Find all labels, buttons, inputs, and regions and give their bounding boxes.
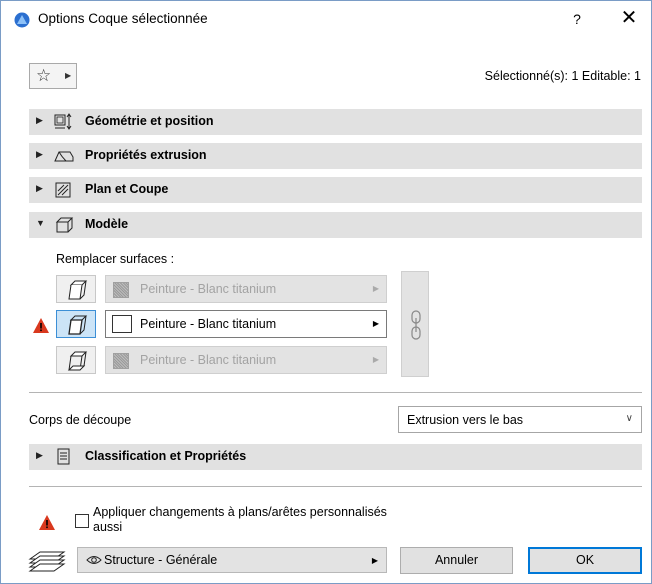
triangle-right-icon: ▶ [372, 319, 379, 328]
triangle-right-icon: ▶ [65, 71, 72, 80]
section-extrusion[interactable]: ▶ Propriétés extrusion [29, 143, 642, 169]
material-select-bottom[interactable]: Peinture - Blanc titanium ▶ [105, 346, 387, 374]
material-select-side[interactable]: Peinture - Blanc titanium ▶ [105, 310, 387, 338]
expand-arrow-icon: ▶ [36, 115, 43, 125]
favorites-button[interactable]: ☆ ▶ [29, 63, 77, 89]
surface-bottom-button[interactable] [56, 346, 96, 374]
apply-custom-checkbox[interactable] [75, 514, 89, 528]
triangle-right-icon: ▶ [372, 284, 379, 293]
document-icon [57, 448, 70, 465]
title-bar: Options Coque sélectionnée ? ✕ [1, 1, 651, 37]
help-button[interactable]: ? [563, 5, 591, 33]
chain-link-button[interactable] [401, 271, 429, 377]
surface-side-icon [68, 315, 88, 335]
section-model[interactable]: ▼ Modèle [29, 212, 642, 238]
window-title: Options Coque sélectionnée [38, 11, 208, 26]
surface-side-button[interactable] [56, 310, 96, 338]
layer-select[interactable]: Structure - Générale ▶ [77, 547, 387, 573]
selection-info: Sélectionné(s): 1 Editable: 1 [484, 69, 641, 83]
replace-surfaces-label: Remplacer surfaces : [56, 252, 175, 266]
chevron-down-icon: ∨ [625, 413, 633, 424]
surface-top-icon [68, 280, 88, 300]
divider [29, 486, 642, 487]
section-model-label: Modèle [85, 217, 129, 231]
material-select-top[interactable]: Peinture - Blanc titanium ▶ [105, 275, 387, 303]
ok-button[interactable]: OK [528, 547, 642, 574]
section-geometry-label: Géométrie et position [85, 114, 214, 128]
apply-custom-label: Appliquer changements à plans/arêtes per… [93, 505, 387, 534]
cancel-button[interactable]: Annuler [400, 547, 513, 574]
extrusion-icon [54, 151, 74, 162]
triangle-right-icon: ▶ [372, 355, 379, 364]
corps-decoupe-label: Corps de découpe [29, 413, 132, 427]
warning-icon [33, 318, 49, 333]
section-classification-label: Classification et Propriétés [85, 449, 247, 463]
divider [29, 392, 642, 393]
surface-top-button[interactable] [56, 275, 96, 303]
section-plan[interactable]: ▶ Plan et Coupe [29, 177, 642, 203]
expand-arrow-icon: ▶ [36, 183, 43, 193]
corps-decoupe-value: Extrusion vers le bas [407, 413, 524, 427]
section-classification[interactable]: ▶ Classification et Propriétés [29, 444, 642, 470]
model-icon [55, 217, 74, 233]
close-button[interactable]: ✕ [613, 5, 645, 33]
material-name: Peinture - Blanc titanium [140, 282, 277, 296]
eye-icon [86, 556, 102, 564]
chain-link-icon [411, 310, 421, 340]
surface-bottom-icon [67, 351, 88, 371]
geometry-icon [54, 113, 72, 130]
layer-name: Structure - Générale [104, 553, 218, 567]
plan-section-icon [55, 182, 71, 198]
collapse-arrow-icon: ▼ [36, 218, 45, 228]
section-plan-label: Plan et Coupe [85, 182, 169, 196]
warning-icon [39, 515, 55, 530]
triangle-right-icon: ▶ [371, 556, 378, 565]
material-swatch [113, 282, 129, 298]
expand-arrow-icon: ▶ [36, 149, 43, 159]
section-extrusion-label: Propriétés extrusion [85, 148, 207, 162]
material-swatch [113, 353, 129, 369]
material-name: Peinture - Blanc titanium [140, 353, 277, 367]
material-swatch [112, 315, 132, 333]
layer-icon [28, 551, 66, 572]
archicad-app-icon [14, 12, 30, 28]
material-name: Peinture - Blanc titanium [140, 317, 277, 331]
section-geometry[interactable]: ▶ Géométrie et position [29, 109, 642, 135]
star-icon: ☆ [36, 66, 52, 85]
dialog-window: Options Coque sélectionnée ? ✕ ☆ ▶ Sélec… [0, 0, 652, 584]
corps-decoupe-select[interactable]: Extrusion vers le bas ∨ [398, 406, 642, 433]
expand-arrow-icon: ▶ [36, 450, 43, 460]
